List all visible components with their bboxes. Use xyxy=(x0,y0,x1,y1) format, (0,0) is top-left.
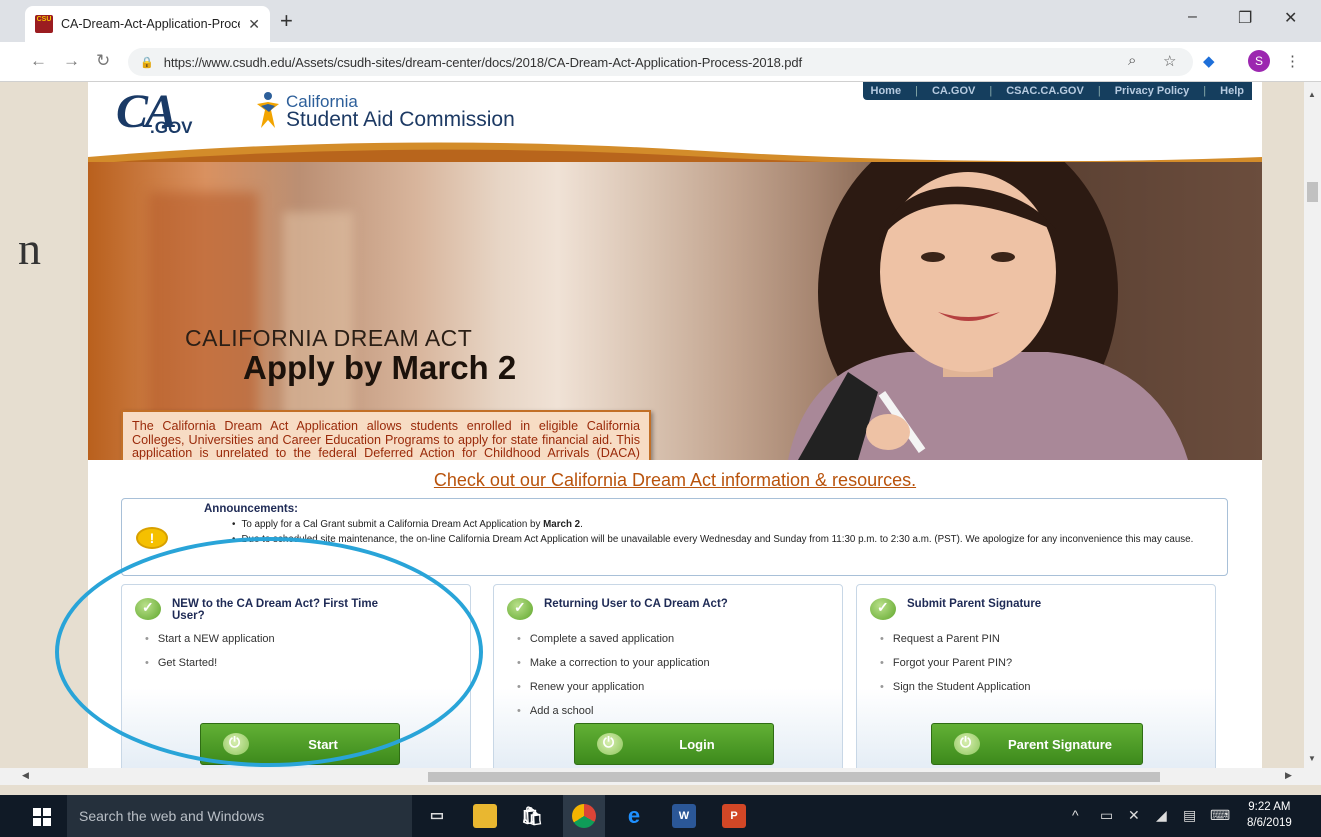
system-clock[interactable]: 9:22 AM 8/6/2019 xyxy=(1247,799,1292,831)
word-icon[interactable]: W xyxy=(672,804,696,828)
hero-title: Apply by March 2 xyxy=(243,349,517,386)
nav-privacy[interactable]: Privacy Policy xyxy=(1115,85,1190,97)
edge-icon[interactable]: e xyxy=(622,804,646,828)
close-window-icon[interactable]: ✕ xyxy=(1284,8,1297,28)
hero-description: The California Dream Act Application all… xyxy=(121,410,651,460)
hero-banner: CALIFORNIA DREAM ACT Apply by March 2 Th… xyxy=(88,162,1262,460)
announcement-item: To apply for a Cal Grant submit a Califo… xyxy=(241,519,1227,531)
card-link-sign-application[interactable]: Sign the Student Application xyxy=(880,681,1031,693)
card-link-renew[interactable]: Renew your application xyxy=(517,681,710,693)
checkmark-icon xyxy=(507,598,533,620)
card-title: Returning User to CA Dream Act? xyxy=(544,598,728,610)
card-link-add-school[interactable]: Add a school xyxy=(517,705,710,717)
card-link-complete-saved[interactable]: Complete a saved application xyxy=(517,633,710,645)
keyboard-icon[interactable]: ⌨ xyxy=(1210,807,1230,824)
card-link-make-correction[interactable]: Make a correction to your application xyxy=(517,657,710,669)
csu-favicon-icon: CSU xyxy=(35,15,53,33)
file-explorer-icon[interactable] xyxy=(473,804,497,828)
task-view-icon[interactable]: ▭ xyxy=(425,804,449,828)
network-icon[interactable]: ▭ xyxy=(1100,807,1113,824)
tab-strip: CSU CA-Dream-Act-Application-Proce ✕ + –… xyxy=(0,0,1321,42)
clock-date: 8/6/2019 xyxy=(1247,817,1292,829)
card-list: Complete a saved application Make a corr… xyxy=(517,633,710,729)
back-icon[interactable]: ← xyxy=(30,51,47,71)
minimize-icon[interactable]: – xyxy=(1188,8,1197,26)
extension-icon[interactable]: ◆ xyxy=(1203,52,1215,70)
forward-icon[interactable]: → xyxy=(63,51,80,71)
windows-start-icon[interactable] xyxy=(33,808,51,826)
checkmark-icon xyxy=(870,598,896,620)
pdf-viewer: n Home | CA.GOV | CSAC.CA.GOV | Privacy Pol… xyxy=(0,82,1321,768)
taskbar-search[interactable]: Search the web and Windows xyxy=(67,795,412,837)
alert-icon: ! xyxy=(136,527,168,549)
mute-icon[interactable]: ✕ xyxy=(1128,807,1140,824)
info-resources-link[interactable]: Check out our California Dream Act infor… xyxy=(88,470,1262,491)
returning-user-card: Returning User to CA Dream Act? Complete… xyxy=(493,584,843,768)
parent-signature-card: Submit Parent Signature Request a Parent… xyxy=(856,584,1216,768)
power-icon xyxy=(597,733,623,755)
chrome-icon[interactable] xyxy=(572,804,596,828)
vertical-scroll-thumb[interactable] xyxy=(1307,182,1318,202)
parent-signature-button[interactable]: Parent Signature xyxy=(931,723,1143,765)
clock-time: 9:22 AM xyxy=(1248,801,1291,813)
bookmark-star-icon[interactable]: ☆ xyxy=(1163,52,1176,70)
reload-icon[interactable]: ↻ xyxy=(96,51,110,71)
tray-chevron-icon[interactable]: ^ xyxy=(1072,807,1079,823)
login-button[interactable]: Login xyxy=(574,723,774,765)
wifi-icon[interactable]: ◢ xyxy=(1156,807,1167,824)
vertical-scrollbar[interactable]: ▲ ▼ xyxy=(1304,82,1321,768)
zoom-icon[interactable]: ⌕ xyxy=(1128,52,1136,69)
announcements-list: To apply for a Cal Grant submit a Califo… xyxy=(241,519,1227,549)
scroll-up-icon[interactable]: ▲ xyxy=(1308,90,1316,99)
menu-dots-icon[interactable]: ⋮ xyxy=(1285,52,1300,70)
horizontal-scroll-thumb[interactable] xyxy=(428,772,1160,782)
close-tab-icon[interactable]: ✕ xyxy=(248,16,260,33)
tab-title: CA-Dream-Act-Application-Proce xyxy=(61,17,241,31)
action-center-icon[interactable]: ▤ xyxy=(1183,807,1196,824)
card-title: Submit Parent Signature xyxy=(907,598,1042,610)
announcements-heading: Announcements: xyxy=(204,503,298,515)
browser-toolbar: ← → ↻ 🔒 https://www.csudh.edu/Assets/csu… xyxy=(0,42,1321,82)
nav-cagov[interactable]: CA.GOV xyxy=(932,85,975,97)
scroll-right-icon[interactable]: ▶ xyxy=(1285,770,1292,781)
powerpoint-icon[interactable]: P xyxy=(722,804,746,828)
hero-subtitle: CALIFORNIA DREAM ACT xyxy=(185,325,473,351)
profile-avatar[interactable]: S xyxy=(1248,50,1270,72)
url-text: https://www.csudh.edu/Assets/csudh-sites… xyxy=(163,54,803,70)
annotation-circle xyxy=(55,537,483,767)
power-icon xyxy=(954,733,980,755)
commission-line2: Student Aid Commission xyxy=(286,108,515,131)
card-list: Request a Parent PIN Forgot your Parent … xyxy=(880,633,1031,705)
scroll-down-icon[interactable]: ▼ xyxy=(1308,754,1316,763)
slide-partial-text: n xyxy=(18,223,41,274)
scroll-left-icon[interactable]: ◀ xyxy=(22,770,29,781)
csac-figure-icon xyxy=(257,92,279,128)
student-photo xyxy=(788,162,1188,460)
restore-icon[interactable]: ❐ xyxy=(1238,8,1252,28)
store-icon[interactable]: 🛍 xyxy=(520,804,544,828)
windows-taskbar: Search the web and Windows ▭ 🛍 e W P ^ ▭… xyxy=(0,795,1321,837)
card-link-request-pin[interactable]: Request a Parent PIN xyxy=(880,633,1030,645)
nav-help[interactable]: Help xyxy=(1220,85,1244,97)
browser-tab[interactable]: CSU CA-Dream-Act-Application-Proce ✕ xyxy=(25,6,270,42)
lock-icon: 🔒 xyxy=(140,56,154,69)
announcement-item: Due to scheduled site maintenance, the o… xyxy=(241,534,1227,546)
site-top-nav: Home | CA.GOV | CSAC.CA.GOV | Privacy Polic… xyxy=(862,82,1252,100)
new-tab-button[interactable]: + xyxy=(280,8,293,34)
address-bar[interactable]: 🔒 https://www.csudh.edu/Assets/csudh-sit… xyxy=(128,48,1193,76)
nav-csac[interactable]: CSAC.CA.GOV xyxy=(1006,85,1084,97)
card-link-forgot-pin[interactable]: Forgot your Parent PIN? xyxy=(880,657,1030,669)
nav-home[interactable]: Home xyxy=(871,85,902,97)
horizontal-scrollbar[interactable]: ◀ ▶ xyxy=(0,768,1321,785)
